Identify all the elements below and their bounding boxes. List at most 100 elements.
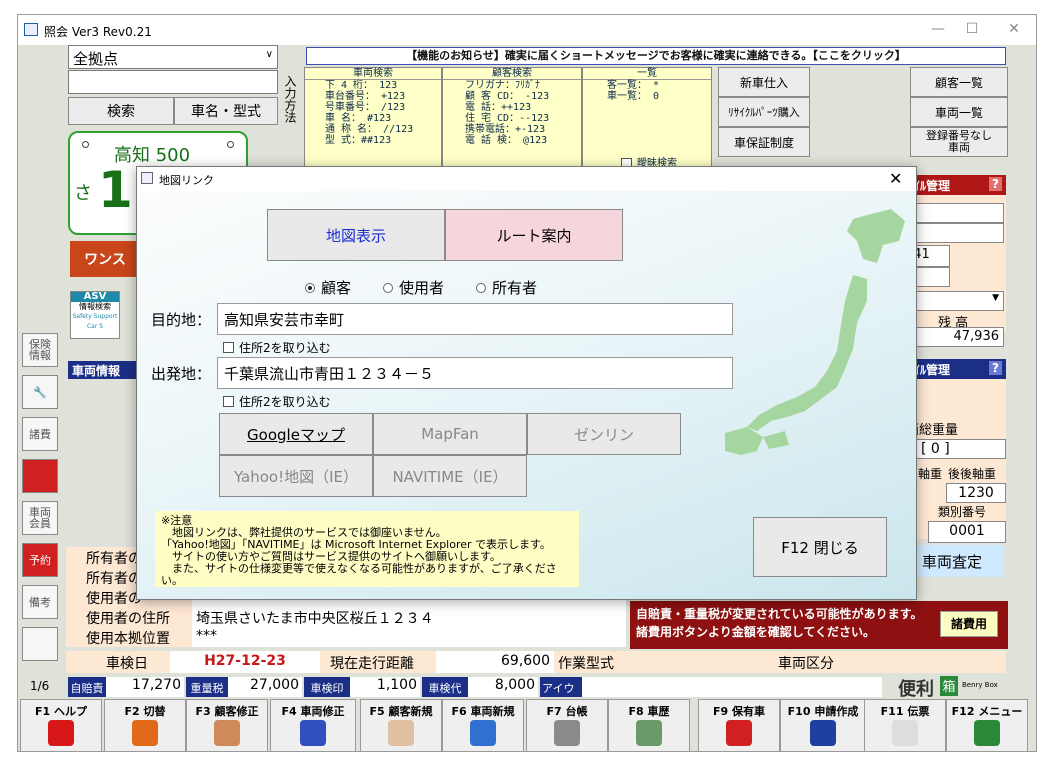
origin-addr2-checkbox[interactable]: 住所2を取り込む (223, 393, 331, 410)
warranty-button[interactable]: 車保証制度 (718, 127, 810, 157)
radio-dot (476, 282, 487, 293)
window-title: 照会 Ver3 Rev0.21 (44, 25, 152, 39)
f10-create-app-button[interactable]: F10 申請作成 (780, 699, 866, 751)
search-button[interactable]: 検索 (68, 97, 174, 125)
f11-slip-button[interactable]: F11 伝票 (864, 699, 946, 751)
f10-create-app-icon (810, 720, 836, 746)
reservation-icon[interactable]: 予約 (22, 543, 58, 577)
dest-addr2-checkbox[interactable]: 住所2を取り込む (223, 339, 331, 356)
customer-list-button[interactable]: 顧客一覧 (910, 67, 1008, 97)
branch-select[interactable]: 全拠点 ∨ (68, 45, 278, 69)
benri-box-icon: 箱 (940, 676, 958, 696)
owner-row-label: 使用者の (86, 591, 142, 607)
benri-small: Benry Box (962, 681, 998, 689)
expenses-icon[interactable]: 諸費 (22, 417, 58, 451)
search-key-line: 下 4 桁： 123 (325, 80, 398, 91)
dialog-close-icon[interactable]: ✕ (889, 169, 902, 188)
f5-new-customer-button[interactable]: F5 顧客新規 (360, 699, 442, 751)
navitime-button[interactable]: NAVITIME（IE） (373, 455, 527, 497)
maximize-button[interactable]: ☐ (952, 21, 992, 37)
asv-sub: 情報検索 (79, 302, 111, 311)
carname-button[interactable]: 車名・型式 (174, 97, 278, 125)
f6-new-vehicle-button[interactable]: F6 車両新規 (442, 699, 524, 751)
checkbox-box (223, 342, 234, 353)
disclaimer-note: ※注意 地図リンクは、弊社提供のサービスでは御座いません。 「Yahoo!地図」「… (155, 511, 579, 587)
inspection-date-value: H27-12-23 (170, 651, 320, 673)
search-key-line: 車 名： #123 (325, 113, 392, 124)
radio-owner[interactable]: 所有者 (476, 277, 537, 298)
jibaiseki-label: 自賠責 (68, 677, 106, 697)
jibaiseki-value: 17,270 (106, 677, 184, 697)
new-car-purchase-button[interactable]: 新車仕入 (718, 67, 810, 97)
f1-help-button[interactable]: F1 ヘルプ (20, 699, 102, 751)
f12-menu-button[interactable]: F12 メニュー (946, 699, 1028, 751)
chevron-down-icon: ▼ (992, 293, 999, 303)
radio-dot (383, 282, 394, 293)
app-icon (24, 23, 38, 36)
one-stop-button[interactable]: ワンス (70, 241, 140, 277)
origin-addr2-label: 住所2を取り込む (239, 395, 331, 409)
page-indicator: 1/6 (30, 679, 50, 693)
f1-help-icon (48, 720, 74, 746)
fkey-label: F9 保有車 (713, 705, 765, 718)
f4-edit-vehicle-button[interactable]: F4 車両修正 (270, 699, 356, 751)
close-button[interactable]: ✕ (994, 21, 1034, 37)
dialog-body: 地図表示 ルート案内 顧客 使用者 所有者 目的地： 高知県安芸市幸町 住所2を… (137, 191, 916, 599)
notice-banner[interactable]: 【機能のお知らせ】確実に届くショートメッセージでお客様に確実に連絡できる。【ここ… (306, 47, 1006, 65)
work-type-label: 作業型式 (558, 656, 614, 672)
aiu-field[interactable] (582, 677, 882, 697)
destination-input[interactable]: 高知県安芸市幸町 (217, 303, 733, 335)
f3-edit-customer-button[interactable]: F3 顧客修正 (186, 699, 268, 751)
member-icon[interactable]: 車両 会員 (22, 501, 58, 535)
search-key-line: 住 宅 CD：--123 (465, 113, 550, 124)
fkey-label: F2 切替 (124, 705, 166, 718)
japan-map-graphic (725, 209, 905, 455)
close-dialog-button[interactable]: F12 閉じる (753, 517, 887, 577)
owner-row: 使用本拠位置 *** (66, 627, 626, 647)
radio-user[interactable]: 使用者 (383, 277, 444, 298)
mapfan-button[interactable]: MapFan (373, 413, 527, 455)
no-reg-vehicle-button[interactable]: 登録番号なし 車両 (910, 127, 1008, 157)
f2-switch-button[interactable]: F2 切替 (104, 699, 186, 751)
search-key-line: 号車番号： /123 (325, 102, 406, 113)
radio-customer[interactable]: 顧客 (305, 277, 351, 298)
asv-button[interactable]: ASV 情報検索 Safety Support Car S (70, 291, 120, 339)
plate-bolt-icon (227, 141, 234, 148)
search-key-line: フリガナ：ﾌﾘｶﾞﾅ (465, 80, 540, 91)
f8-history-button[interactable]: F8 車歴 (608, 699, 690, 751)
owner-row-label: 使用本拠位置 (86, 631, 170, 647)
tab-route-guide[interactable]: ルート案内 (445, 209, 623, 261)
folder-icon[interactable] (22, 627, 58, 661)
f7-ledger-button[interactable]: F7 台帳 (526, 699, 608, 751)
rear-axle-value: 1230 (946, 483, 1006, 503)
owner-row-label: 所有者の (86, 571, 142, 587)
help-icon[interactable]: ? (989, 177, 1002, 191)
odometer-label: 現在走行距離 (330, 656, 414, 672)
help-icon[interactable]: ? (989, 361, 1002, 375)
google-maps-button[interactable]: Googleマップ (219, 413, 373, 455)
zenrin-button[interactable]: ゼンリン (527, 413, 681, 455)
owner-row-value[interactable]: *** (192, 627, 626, 647)
origin-label: 出発地： (151, 365, 212, 383)
dialog-title: 地図リンク (159, 174, 214, 187)
vehicle-list-button[interactable]: 車両一覧 (910, 97, 1008, 127)
hazard-icon[interactable] (22, 459, 58, 493)
origin-input[interactable]: 千葉県流山市青田１２３４－５ (217, 357, 733, 389)
asv-bottom: Safety Support Car S (72, 313, 118, 330)
insurance-info-icon[interactable]: 保険 情報 (22, 333, 58, 367)
search-input[interactable] (68, 70, 278, 94)
wrench-icon[interactable]: 🔧 (22, 375, 58, 409)
fees-button[interactable]: 諸費用 (940, 611, 998, 637)
chevron-down-icon: ∨ (265, 49, 273, 60)
inspection-date-label: 車検日 (106, 656, 148, 672)
f9-owned-cars-button[interactable]: F9 保有車 (698, 699, 780, 751)
yahoo-map-button[interactable]: Yahoo!地図（IE） (219, 455, 373, 497)
class-number-value: 0001 (928, 521, 1006, 543)
tab-map-display[interactable]: 地図表示 (267, 209, 445, 261)
recycle-parts-button[interactable]: ﾘｻｲｸﾙﾊﾟｰﾂ購入 (718, 97, 810, 127)
memo-icon[interactable]: 備考 (22, 585, 58, 619)
search-key-line: 車一覧： 0 (607, 91, 660, 102)
benri-label[interactable]: 便利 (898, 675, 934, 701)
f7-ledger-icon (554, 720, 580, 746)
owner-row-value[interactable]: 埼玉県さいたま市中央区桜丘１２３４ (192, 607, 626, 627)
